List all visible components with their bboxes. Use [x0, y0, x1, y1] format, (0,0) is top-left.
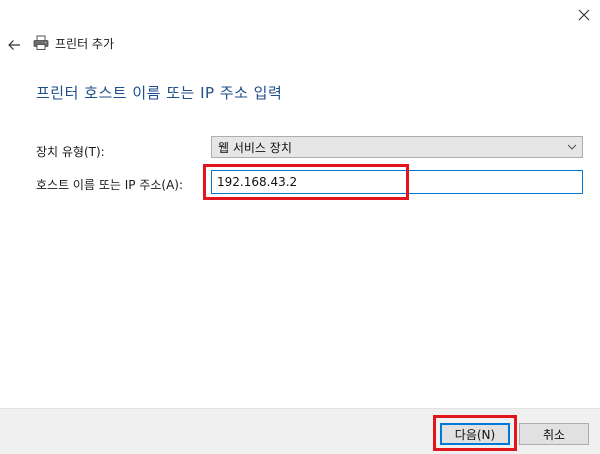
device-type-label: 장치 유형(T):	[36, 145, 105, 159]
footer-bar	[0, 408, 600, 454]
host-label: 호스트 이름 또는 IP 주소(A):	[36, 178, 184, 192]
page-heading: 프린터 호스트 이름 또는 IP 주소 입력	[36, 84, 283, 102]
device-type-value: 웹 서비스 장치	[218, 140, 292, 155]
device-type-select[interactable]: 웹 서비스 장치	[211, 136, 583, 158]
chevron-down-icon	[562, 137, 582, 157]
host-input[interactable]	[212, 171, 582, 193]
back-arrow-icon	[8, 40, 20, 50]
host-input-container	[211, 170, 583, 194]
window-title: 프린터 추가	[55, 37, 115, 51]
printer-icon	[33, 35, 49, 50]
close-icon	[578, 9, 590, 21]
next-button[interactable]: 다음(N)	[440, 423, 510, 445]
close-button[interactable]	[568, 0, 600, 30]
back-button[interactable]	[4, 36, 24, 54]
cancel-button[interactable]: 취소	[519, 423, 589, 445]
